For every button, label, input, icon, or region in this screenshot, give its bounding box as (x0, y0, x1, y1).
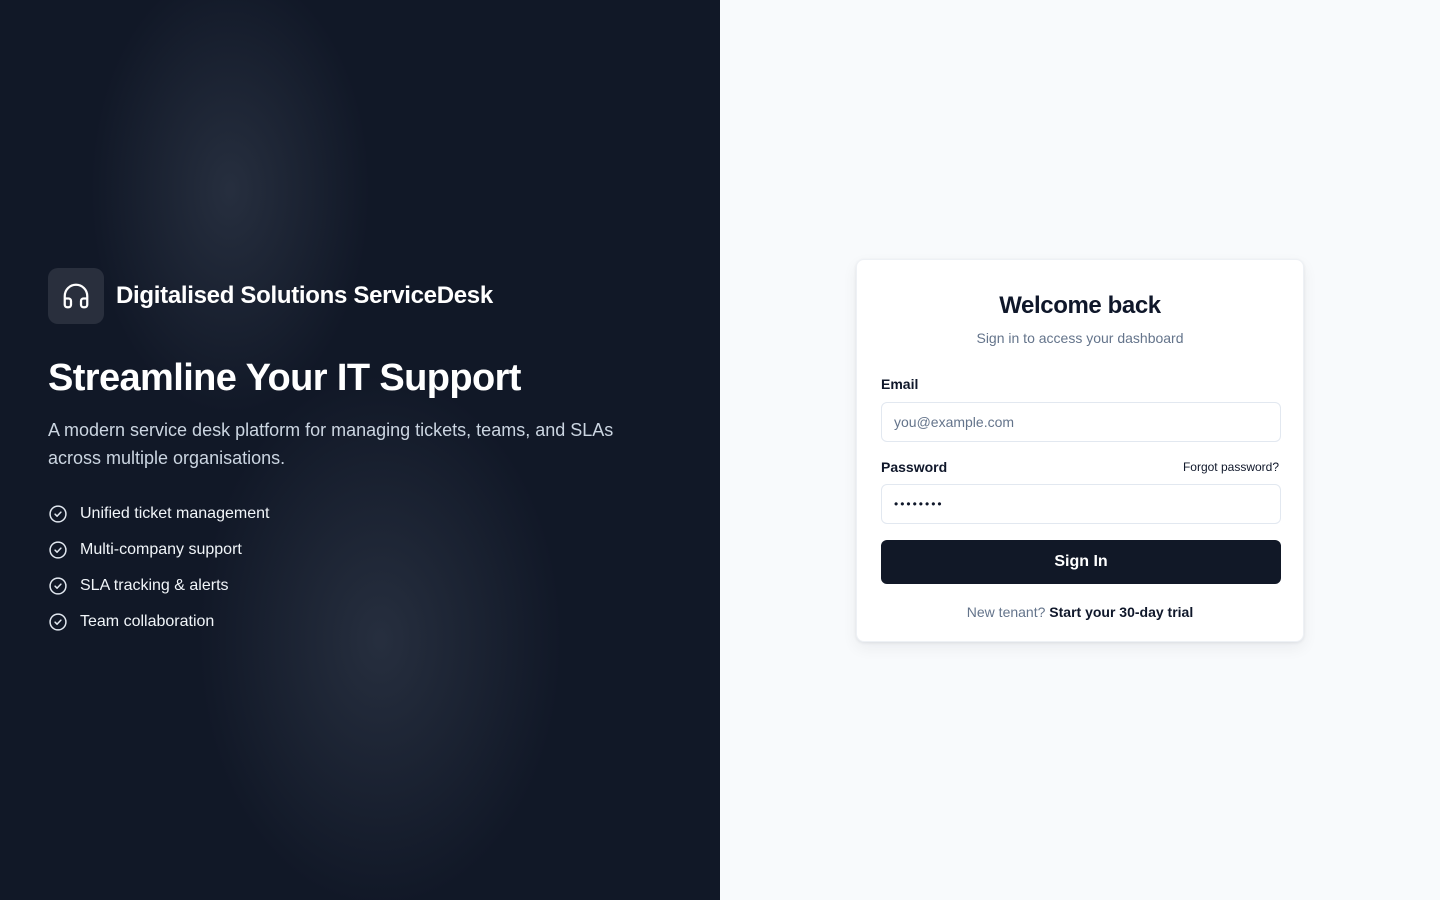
feature-item: Team collaboration (48, 610, 668, 634)
password-label-row: Password Forgot password? (881, 457, 1279, 477)
hero-title: Streamline Your IT Support (48, 357, 521, 399)
feature-item: SLA tracking & alerts (48, 574, 668, 598)
feature-item: Unified ticket management (48, 502, 668, 526)
feature-label: SLA tracking & alerts (80, 577, 229, 594)
login-subtitle: Sign in to access your dashboard (976, 330, 1184, 346)
password-label: Password (881, 459, 948, 475)
hero-panel: Digitalised Solutions ServiceDesk Stream… (0, 0, 720, 900)
signup-prompt: New tenant? Start your 30-day trial (881, 602, 1279, 622)
feature-label: Team collaboration (80, 613, 215, 630)
email-label: Email (881, 376, 919, 392)
headphones-icon (48, 268, 104, 324)
start-trial-link[interactable]: Start your 30-day trial (1049, 604, 1193, 620)
feature-label: Unified ticket management (80, 505, 270, 522)
brand-name: Digitalised Solutions ServiceDesk (116, 282, 493, 309)
sign-in-button[interactable]: Sign In (881, 540, 1281, 584)
hero-description: A modern service desk platform for manag… (48, 420, 614, 468)
login-card: Welcome back Sign in to access your dash… (856, 259, 1304, 642)
check-circle-icon (48, 576, 68, 596)
feature-label: Multi-company support (80, 541, 242, 558)
signup-prompt-text: New tenant? (966, 604, 1046, 620)
brand: Digitalised Solutions ServiceDesk (48, 268, 668, 324)
check-circle-icon (48, 504, 68, 524)
check-circle-icon (48, 612, 68, 632)
hero-content: Digitalised Solutions ServiceDesk Stream… (48, 268, 668, 646)
password-field[interactable] (881, 484, 1281, 524)
feature-list: Unified ticket management Multi-company … (48, 502, 668, 634)
login-panel: Welcome back Sign in to access your dash… (720, 0, 1440, 900)
forgot-password-link[interactable]: Forgot password? (1183, 460, 1279, 474)
check-circle-icon (48, 540, 68, 560)
email-field[interactable] (881, 402, 1281, 442)
feature-item: Multi-company support (48, 538, 668, 562)
login-title: Welcome back (999, 292, 1161, 319)
